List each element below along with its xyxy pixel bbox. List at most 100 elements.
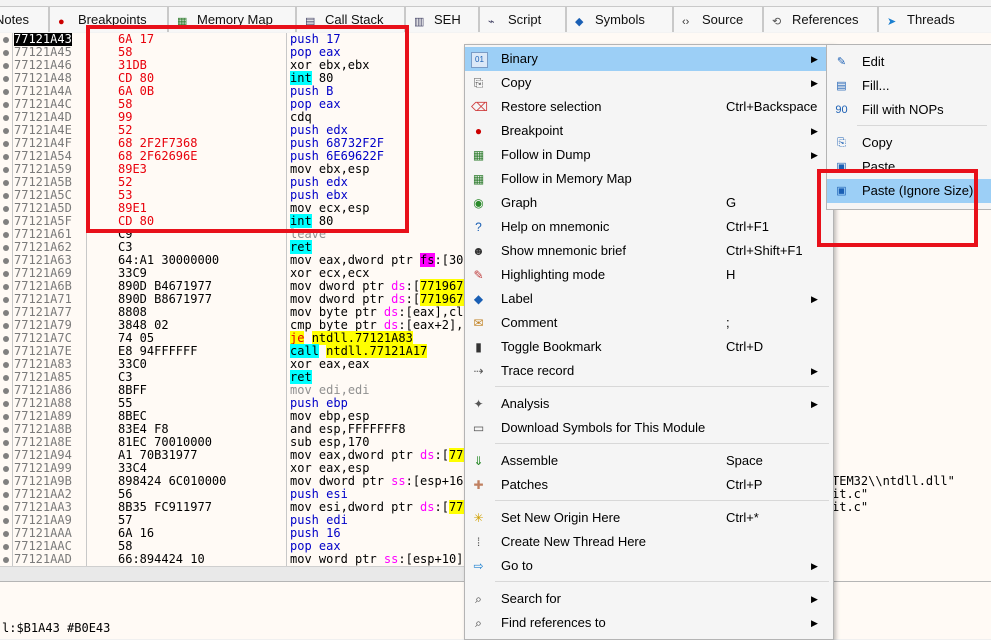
breakpoint-gutter-dot-icon[interactable] [3,76,9,82]
breakpoint-gutter-dot-icon[interactable] [3,206,9,212]
menu-item-restore-selection[interactable]: ⌫ Restore selection Ctrl+Backspace [465,95,833,119]
menu-item-follow-in-dump[interactable]: ▦ Follow in Dump ▶ [465,143,833,167]
breakpoint-gutter-dot-icon[interactable] [3,167,9,173]
tab-source[interactable]: ‹› Source [673,6,763,32]
breakpoint-gutter-dot-icon[interactable] [3,89,9,95]
breakpoint-gutter-dot-icon[interactable] [3,388,9,394]
breakpoint-gutter-dot-icon[interactable] [3,310,9,316]
menu-item-label: Find references to [501,615,606,630]
breakpoint-gutter-dot-icon[interactable] [3,115,9,121]
breakpoint-gutter-dot-icon[interactable] [3,37,9,43]
breakpoint-gutter-dot-icon[interactable] [3,349,9,355]
breakpoint-gutter-dot-icon[interactable] [3,414,9,420]
menu-item-label: Create New Thread Here [501,534,646,549]
breakpoint-gutter-dot-icon[interactable] [3,232,9,238]
menu-item-label: Comment [501,315,558,330]
tab-label: Symbols [595,12,645,27]
string-reference: TEM32\\ntdll.dll" [832,474,955,488]
breakpoint-gutter-dot-icon[interactable] [3,154,9,160]
menu-item-patches[interactable]: ✚ Patches Ctrl+P [465,473,833,497]
menu-item-highlighting-mode[interactable]: ✎ Highlighting mode H [465,263,833,287]
breakpoint-gutter-dot-icon[interactable] [3,427,9,433]
label-icon: ◆ [473,292,484,306]
menu-item-go-to[interactable]: ⇨ Go to ▶ [465,554,833,578]
menu-item-create-new-thread-here[interactable]: ⁞ Create New Thread Here [465,530,833,554]
menu-item-assemble[interactable]: ⇓ Assemble Space [465,449,833,473]
tab-references[interactable]: ⟲ References [763,6,878,32]
disasm-bytes: 66:894424 10 [118,552,205,566]
menu-item-copy[interactable]: ⎘ Copy ▶ [465,71,833,95]
graph-icon: ◉ [473,196,484,210]
menu-item-label: Trace record [501,363,575,378]
breakpoint-gutter-dot-icon[interactable] [3,245,9,251]
menu-item-follow-in-memory-map[interactable]: ▦ Follow in Memory Map [465,167,833,191]
breakpoint-gutter-dot-icon[interactable] [3,219,9,225]
download-icon: ▭ [472,421,485,435]
breakpoint-gutter-dot-icon[interactable] [3,440,9,446]
tab-notes[interactable]: Notes [0,6,49,32]
horizontal-scrollbar[interactable] [0,566,466,581]
tab-label: References [792,12,859,27]
disasm-address: 77121AAD [14,552,72,566]
threads-icon: ➤ [887,16,897,28]
breakpoint-gutter-dot-icon[interactable] [3,531,9,537]
breakpoint-gutter-dot-icon[interactable] [3,518,9,524]
menu-item-help-on-mnemonic[interactable]: ? Help on mnemonic Ctrl+F1 [465,215,833,239]
menu-item-search-for[interactable]: ⌕ Search for ▶ [465,587,833,611]
menu-item-comment[interactable]: ✉ Comment; [465,311,833,335]
breakpoint-gutter-dot-icon[interactable] [3,479,9,485]
breakpoint-gutter-dot-icon[interactable] [3,544,9,550]
submenu-item-copy[interactable]: ⎘ Copy [827,131,991,155]
menu-item-label: Patches [501,477,548,492]
column-divider [12,33,13,581]
breakpoint-gutter-dot-icon[interactable] [3,557,9,563]
tab-script[interactable]: ⌁ Script [479,6,566,32]
menu-item-breakpoint[interactable]: ● Breakpoint ▶ [465,119,833,143]
submenu-arrow-icon: ▶ [811,294,818,304]
submenu-item-fill[interactable]: ▤ Fill... [827,74,991,98]
breakpoint-gutter-dot-icon[interactable] [3,50,9,56]
tab-threads[interactable]: ➤ Threads [878,6,991,32]
submenu-item-edit[interactable]: ✎ Edit [827,50,991,74]
menu-item-binary[interactable]: 01 Binary ▶ [465,47,833,71]
menu-item-set-new-origin-here[interactable]: ✳ Set New Origin Here Ctrl+* [465,506,833,530]
breakpoint-gutter-dot-icon[interactable] [3,180,9,186]
breakpoint-gutter-dot-icon[interactable] [3,284,9,290]
breakpoint-gutter-dot-icon[interactable] [3,401,9,407]
breakpoint-gutter-dot-icon[interactable] [3,375,9,381]
submenu-item-fill-with-nops[interactable]: 90 Fill with NOPs [827,98,991,122]
breakpoint-gutter-dot-icon[interactable] [3,323,9,329]
menu-separator [495,386,829,387]
breakpoint-gutter-dot-icon[interactable] [3,271,9,277]
tab-symbols[interactable]: ◆ Symbols [566,6,673,32]
submenu-arrow-icon: ▶ [811,618,818,628]
menu-item-show-mnemonic-brief[interactable]: ☻ Show mnemonic brief Ctrl+Shift+F1 [465,239,833,263]
breakpoint-dot-icon: ● [474,124,483,138]
breakpoint-gutter-dot-icon[interactable] [3,362,9,368]
menu-item-trace-record[interactable]: ⇢ Trace record ▶ [465,359,833,383]
breakpoint-gutter-dot-icon[interactable] [3,102,9,108]
tab-seh[interactable]: ▥ SEH [405,6,479,32]
breakpoint-gutter-dot-icon[interactable] [3,63,9,69]
menu-item-shortcut: Ctrl+Backspace [726,99,818,114]
breakpoint-gutter-dot-icon[interactable] [3,141,9,147]
menu-item-toggle-bookmark[interactable]: ▮ Toggle Bookmark Ctrl+D [465,335,833,359]
menu-item-label: Label [501,291,533,306]
mnemonic-brief-icon: ☻ [472,244,485,258]
breakpoint-gutter-dot-icon[interactable] [3,453,9,459]
breakpoint-gutter-dot-icon[interactable] [3,193,9,199]
breakpoint-gutter-dot-icon[interactable] [3,466,9,472]
menu-item-graph[interactable]: ◉ Graph G [465,191,833,215]
menu-item-shortcut: Ctrl+* [726,510,759,525]
menu-item-label[interactable]: ◆ Label ▶ [465,287,833,311]
breakpoint-gutter-dot-icon[interactable] [3,258,9,264]
breakpoint-gutter-dot-icon[interactable] [3,336,9,342]
submenu-item-label: Fill... [862,78,890,93]
breakpoint-gutter-dot-icon[interactable] [3,505,9,511]
breakpoint-gutter-dot-icon[interactable] [3,297,9,303]
breakpoint-gutter-dot-icon[interactable] [3,492,9,498]
menu-item-analysis[interactable]: ✦ Analysis ▶ [465,392,833,416]
menu-item-find-references-to[interactable]: ⌕ Find references to ▶ [465,611,833,635]
breakpoint-gutter-dot-icon[interactable] [3,128,9,134]
menu-item-download-symbols-for-this-module[interactable]: ▭ Download Symbols for This Module [465,416,833,440]
